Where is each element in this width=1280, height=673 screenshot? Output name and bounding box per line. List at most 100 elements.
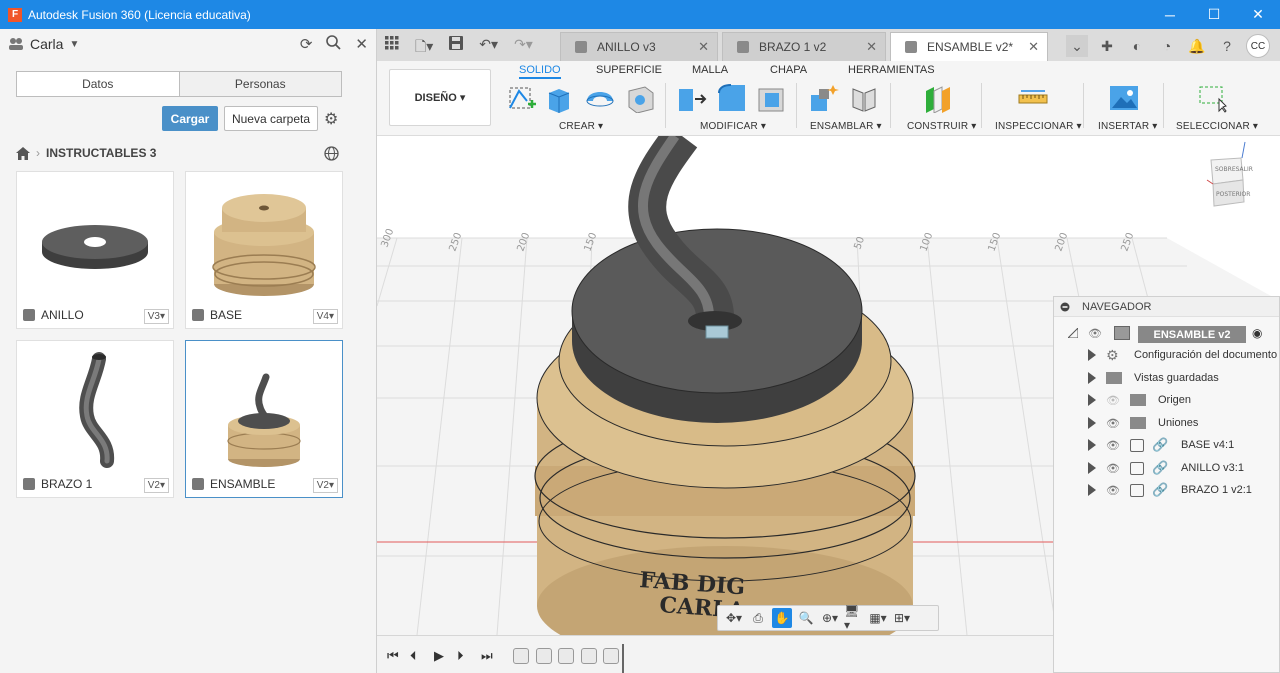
joint-glyph-icon[interactable] bbox=[705, 325, 729, 339]
redo-icon[interactable]: ↷▾ bbox=[514, 36, 533, 60]
zoom-icon[interactable]: 🔍 bbox=[796, 608, 816, 628]
gear-icon[interactable]: ⚙ bbox=[324, 109, 338, 129]
tab-personas[interactable]: Personas bbox=[178, 72, 341, 96]
tab-malla[interactable]: MALLA bbox=[692, 64, 728, 76]
navigator-item[interactable]: 👁 🔗 BRAZO 1 v2:1 bbox=[1054, 480, 1280, 500]
close-panel-icon[interactable]: ✕ bbox=[355, 35, 368, 53]
file-card-anillo[interactable]: ANILLO V3▾ bbox=[16, 171, 174, 329]
upload-button[interactable]: Cargar bbox=[162, 106, 218, 131]
tab-ensamble[interactable]: ENSAMBLE v2* ✕ bbox=[890, 32, 1048, 61]
globe-icon[interactable] bbox=[324, 146, 339, 161]
play-icon[interactable]: ▶ bbox=[434, 648, 444, 664]
viewcube-front-label[interactable]: POSTERIOR bbox=[1216, 191, 1250, 198]
navigator-item[interactable]: 👁 🔗 ANILLO v3:1 bbox=[1054, 458, 1280, 478]
tab-anillo[interactable]: ANILLO v3 ✕ bbox=[560, 32, 718, 61]
navigator-item[interactable]: 👁 🔗 BASE v4:1 bbox=[1054, 435, 1280, 455]
timeline-feature[interactable] bbox=[581, 648, 597, 664]
expand-triangle-icon[interactable] bbox=[1088, 484, 1096, 496]
navigator-item[interactable]: Vistas guardadas bbox=[1054, 368, 1280, 388]
group-construir[interactable]: CONSTRUIR ▾ bbox=[907, 121, 976, 132]
navigator-root-label[interactable]: ENSAMBLE v2 bbox=[1138, 326, 1246, 343]
version-badge[interactable]: V3▾ bbox=[143, 309, 169, 324]
version-badge[interactable]: V2▾ bbox=[143, 478, 169, 493]
file-card-brazo-1[interactable]: BRAZO 1 V2▾ bbox=[16, 340, 174, 498]
version-badge[interactable]: V4▾ bbox=[312, 309, 338, 324]
tab-datos[interactable]: Datos bbox=[17, 72, 179, 96]
offset-plane-icon[interactable] bbox=[924, 83, 954, 113]
new-component-icon[interactable] bbox=[809, 83, 839, 113]
fillet-icon[interactable] bbox=[717, 83, 747, 113]
notifications-bell-icon[interactable]: 🔔 bbox=[1186, 35, 1208, 57]
close-tab-icon[interactable]: ✕ bbox=[866, 39, 877, 55]
timeline-feature[interactable] bbox=[558, 648, 574, 664]
home-icon[interactable] bbox=[16, 146, 30, 160]
activate-radio-icon[interactable]: ◉ bbox=[1252, 326, 1262, 340]
eye-icon[interactable]: 👁 bbox=[1106, 462, 1120, 475]
user-selector[interactable]: Carla bbox=[30, 36, 63, 52]
file-menu-icon[interactable]: 🗋▾ bbox=[415, 36, 433, 60]
timeline-feature[interactable] bbox=[513, 648, 529, 664]
workspace-switcher[interactable]: DISEÑO ▾ bbox=[389, 69, 491, 126]
extrude-icon[interactable] bbox=[545, 83, 575, 113]
look-at-icon[interactable]: ⎙ bbox=[748, 608, 768, 628]
pan-hand-icon[interactable]: ✋ bbox=[772, 608, 792, 628]
timeline-feature[interactable] bbox=[603, 648, 619, 664]
viewports-icon[interactable]: ⊞▾ bbox=[892, 608, 912, 628]
tab-superficie[interactable]: SUPERFICIE bbox=[596, 64, 662, 76]
file-card-ensamble[interactable]: ENSAMBLE V2▾ bbox=[185, 340, 343, 498]
tab-chapa[interactable]: CHAPA bbox=[770, 64, 807, 76]
group-seleccionar[interactable]: SELECCIONAR ▾ bbox=[1176, 121, 1258, 132]
refresh-icon[interactable]: ⟳ bbox=[300, 35, 313, 53]
search-icon[interactable] bbox=[326, 35, 342, 50]
expand-triangle-icon[interactable] bbox=[1088, 462, 1096, 474]
eye-icon[interactable]: 👁 bbox=[1088, 327, 1102, 340]
step-back-icon[interactable]: ⏴ bbox=[410, 648, 417, 664]
new-tab-icon[interactable]: ✚ bbox=[1096, 35, 1118, 57]
new-folder-button[interactable]: Nueva carpeta bbox=[224, 106, 318, 131]
insert-image-icon[interactable] bbox=[1109, 83, 1139, 113]
timeline-marker[interactable] bbox=[622, 644, 624, 673]
measure-icon[interactable] bbox=[1018, 83, 1048, 113]
fit-zoom-icon[interactable]: ⊕▾ bbox=[820, 608, 840, 628]
close-tab-icon[interactable]: ✕ bbox=[1028, 39, 1039, 55]
eye-icon[interactable]: 👁 bbox=[1106, 484, 1120, 497]
timeline-feature[interactable] bbox=[536, 648, 552, 664]
navigator-item[interactable]: 👁 Uniones bbox=[1054, 413, 1280, 433]
group-insertar[interactable]: INSERTAR ▾ bbox=[1098, 121, 1157, 132]
tab-solido[interactable]: SOLIDO bbox=[519, 64, 561, 79]
navigator-root[interactable]: 👁 ENSAMBLE v2 ◉ bbox=[1054, 323, 1280, 343]
eye-icon[interactable]: 👁 bbox=[1106, 417, 1120, 430]
select-icon[interactable] bbox=[1197, 83, 1227, 113]
navigator-item[interactable]: ⚙ Configuración del documento bbox=[1054, 345, 1280, 365]
minimize-button[interactable]: ─ bbox=[1148, 0, 1192, 29]
viewcube-top-label[interactable]: SOBRESALIR bbox=[1215, 166, 1253, 173]
revolve-icon[interactable] bbox=[585, 83, 615, 113]
navigator-header[interactable]: NAVEGADOR bbox=[1054, 297, 1279, 317]
joint-icon[interactable] bbox=[849, 83, 879, 113]
close-button[interactable]: ✕ bbox=[1236, 0, 1280, 29]
go-to-end-icon[interactable]: ⏭ bbox=[481, 648, 493, 664]
maximize-button[interactable]: ☐ bbox=[1192, 0, 1236, 29]
step-forward-icon[interactable]: ⏵ bbox=[457, 648, 464, 664]
grid-settings-icon[interactable]: ▦▾ bbox=[868, 608, 888, 628]
extensions-icon[interactable]: ◐ bbox=[1126, 35, 1148, 57]
undo-icon[interactable]: ↶▾ bbox=[479, 36, 498, 60]
expand-triangle-icon[interactable] bbox=[1088, 394, 1096, 406]
file-card-base[interactable]: BASE V4▾ bbox=[185, 171, 343, 329]
expand-triangle-icon[interactable] bbox=[1088, 417, 1096, 429]
group-inspeccionar[interactable]: INSPECCIONAR ▾ bbox=[995, 121, 1082, 132]
orbit-icon[interactable]: ✥▾ bbox=[724, 608, 744, 628]
eye-icon[interactable]: 👁 bbox=[1106, 439, 1120, 452]
navigator-item[interactable]: 👁 Origen bbox=[1054, 390, 1280, 410]
tab-herramientas[interactable]: HERRAMIENTAS bbox=[848, 64, 935, 76]
viewcube[interactable]: SOBRESALIR POSTERIOR bbox=[1206, 141, 1253, 207]
go-to-start-icon[interactable]: ⏮ bbox=[387, 648, 399, 664]
expand-triangle-icon[interactable] bbox=[1088, 439, 1096, 451]
hole-icon[interactable] bbox=[625, 83, 655, 113]
expanded-triangle-icon[interactable] bbox=[1068, 328, 1078, 338]
group-modificar[interactable]: MODIFICAR ▾ bbox=[700, 121, 766, 132]
save-icon[interactable] bbox=[449, 36, 464, 50]
expand-triangle-icon[interactable] bbox=[1088, 372, 1096, 384]
job-status-icon[interactable]: ◔ bbox=[1156, 35, 1178, 57]
help-icon[interactable]: ? bbox=[1216, 35, 1238, 57]
